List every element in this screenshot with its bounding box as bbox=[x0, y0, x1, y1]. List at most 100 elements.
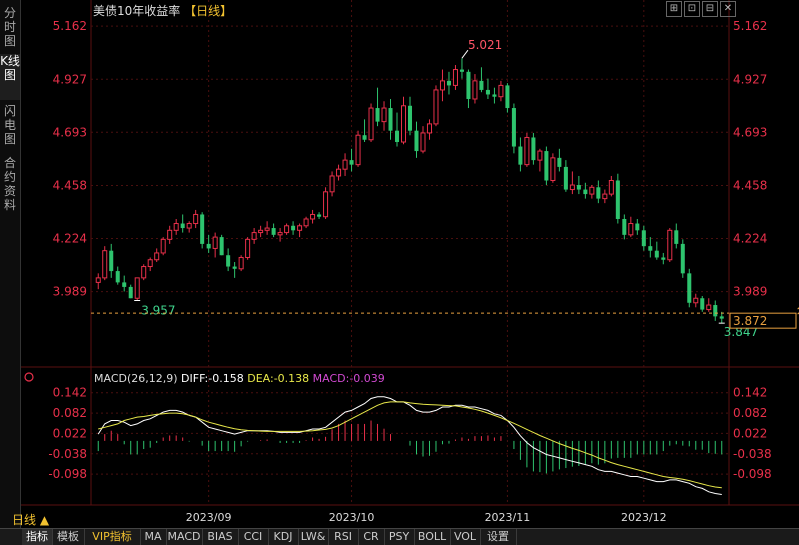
candle-body bbox=[329, 175, 335, 193]
indicator-tab[interactable]: RSI bbox=[328, 529, 359, 545]
price-tick-right: 3.989 bbox=[733, 285, 767, 299]
indicator-tab[interactable]: MACD bbox=[166, 529, 203, 545]
macd-tick-right: 0.082 bbox=[733, 406, 767, 420]
candle-body bbox=[258, 229, 264, 234]
macd-tick-left: 0.082 bbox=[53, 406, 87, 420]
candle-body bbox=[608, 180, 614, 195]
candle-body bbox=[303, 218, 309, 227]
x-axis-label: 2023/10 bbox=[329, 511, 375, 524]
price-tick-left: 4.927 bbox=[53, 72, 87, 86]
price-tick-left: 4.224 bbox=[53, 231, 87, 245]
candle-body bbox=[674, 230, 679, 244]
candle-body bbox=[147, 259, 153, 268]
candle-body bbox=[452, 69, 458, 86]
candle-body bbox=[531, 137, 536, 161]
candle-body bbox=[206, 243, 211, 249]
tab-kline-chart[interactable]: K线图 bbox=[0, 54, 20, 100]
candle-body bbox=[641, 230, 646, 247]
macd-dea-label: DEA:-0.138 bbox=[247, 372, 310, 385]
chart-area[interactable]: 5.162 5.162 4.927 4.927 4.693 4.693 4.458 4.458… bbox=[21, 0, 799, 528]
candle-body bbox=[349, 160, 354, 165]
candle-body bbox=[173, 223, 179, 231]
candle-body bbox=[648, 246, 653, 251]
candle-body bbox=[141, 266, 147, 279]
zoom-out-icon[interactable]: ⊟ bbox=[702, 1, 718, 17]
indicator-tab[interactable]: MA bbox=[140, 529, 167, 545]
candle-body bbox=[557, 157, 562, 167]
candle-body bbox=[459, 69, 464, 72]
tab-flash-chart[interactable]: 闪电图 bbox=[0, 104, 20, 150]
x-axis-label: 2023/11 bbox=[485, 511, 531, 524]
candle-body bbox=[134, 277, 140, 299]
indicator-tab[interactable]: VOL bbox=[450, 529, 481, 545]
high-label: 5.021 bbox=[468, 38, 502, 52]
candle-body bbox=[505, 85, 510, 109]
indicator-tab[interactable]: PSY bbox=[384, 529, 415, 545]
candle-body bbox=[115, 271, 120, 283]
price-tick-left: 3.989 bbox=[53, 285, 87, 299]
crosshair-icon[interactable]: ⊞ bbox=[666, 1, 682, 17]
candle-body bbox=[544, 151, 549, 181]
price-tick-right: 4.458 bbox=[733, 178, 767, 192]
candle-body bbox=[420, 132, 426, 152]
indicator-tab[interactable]: CR bbox=[358, 529, 385, 545]
candle-body bbox=[719, 316, 724, 319]
candle-body bbox=[381, 107, 387, 123]
candle-body bbox=[317, 214, 322, 217]
candle-body bbox=[693, 297, 699, 304]
candle-body bbox=[667, 229, 673, 261]
macd-params: MACD(26,12,9) bbox=[94, 372, 178, 385]
indicator-tab[interactable]: 模板 bbox=[52, 529, 85, 545]
candle-body bbox=[602, 193, 608, 200]
candle-body bbox=[128, 286, 133, 299]
candle-body bbox=[511, 108, 516, 147]
tab-time-chart[interactable]: 分时图 bbox=[0, 6, 20, 48]
indicator-tab[interactable]: VIP指标 bbox=[84, 529, 141, 545]
candle-body bbox=[122, 282, 127, 287]
macd-settings-icon bbox=[24, 372, 34, 382]
macd-value-label: MACD:-0.039 bbox=[312, 372, 385, 385]
current-price-label: 3.872 bbox=[733, 314, 767, 328]
candle-body bbox=[212, 236, 218, 249]
candle-body bbox=[394, 130, 400, 143]
price-tick-right: 4.693 bbox=[733, 125, 767, 139]
candle-body bbox=[472, 80, 478, 100]
candle-body bbox=[713, 305, 718, 317]
indicator-tab[interactable]: CCI bbox=[238, 529, 269, 545]
candle-body bbox=[485, 89, 490, 95]
candle-body bbox=[336, 168, 342, 177]
candle-body bbox=[388, 108, 393, 131]
candle-body bbox=[219, 237, 224, 256]
candle-body bbox=[615, 180, 620, 219]
indicator-tab[interactable]: LW& bbox=[298, 529, 329, 545]
candle-body bbox=[446, 80, 451, 86]
indicator-tab[interactable]: BOLL bbox=[414, 529, 451, 545]
indicator-tab[interactable]: 指标 bbox=[22, 529, 53, 545]
price-tick-left: 4.458 bbox=[53, 178, 87, 192]
candle-body bbox=[102, 250, 108, 279]
candle-body bbox=[628, 223, 634, 236]
candle-body bbox=[414, 130, 419, 152]
indicator-tab[interactable]: 设置 bbox=[480, 529, 517, 545]
candle-body bbox=[661, 257, 666, 260]
candle-body bbox=[342, 159, 348, 170]
candle-body bbox=[251, 232, 257, 240]
candle-body bbox=[232, 266, 237, 269]
candle-body bbox=[596, 187, 601, 199]
close-icon[interactable]: ✕ bbox=[720, 1, 736, 17]
macd-legend: MACD(26,12,9) DIFF:-0.158 DEA:-0.138 MAC… bbox=[94, 372, 385, 385]
candle-body bbox=[569, 184, 575, 191]
price-tick-right: 4.224 bbox=[733, 231, 767, 245]
candle-body bbox=[226, 255, 231, 267]
indicator-tab[interactable]: BIAS bbox=[202, 529, 239, 545]
macd-diff-line bbox=[97, 396, 722, 495]
candle-body bbox=[362, 135, 367, 140]
period-selector[interactable]: 日线 ▲ bbox=[12, 511, 49, 528]
candle-body bbox=[368, 107, 374, 141]
tab-contract-info[interactable]: 合约资料 bbox=[0, 156, 20, 214]
candle-body bbox=[109, 250, 114, 272]
indicator-tab[interactable]: KDJ bbox=[268, 529, 299, 545]
zoom-in-icon[interactable]: ⊡ bbox=[684, 1, 700, 17]
candle-body bbox=[323, 191, 329, 218]
kline-chart-svg: 5.162 5.162 4.927 4.927 4.693 4.693 4.458 4.458… bbox=[21, 0, 799, 524]
